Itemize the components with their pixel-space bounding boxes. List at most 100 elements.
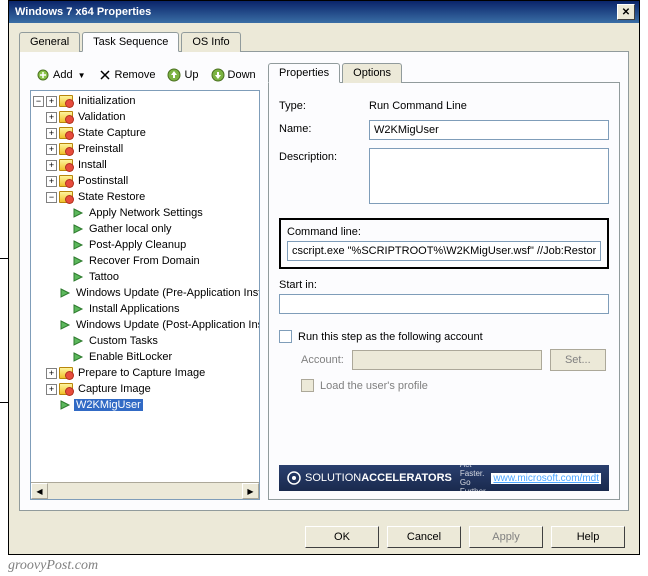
- name-input[interactable]: [369, 120, 609, 140]
- tree-item[interactable]: Windows Update (Post-Application Install…: [33, 317, 257, 333]
- tree-group[interactable]: +Validation: [33, 109, 257, 125]
- folder-icon: [59, 159, 73, 171]
- properties-window: Windows 7 x64 Properties ✕ General Task …: [8, 0, 640, 555]
- tree-group[interactable]: −State Restore: [33, 189, 257, 205]
- step-icon: [59, 287, 71, 299]
- step-icon: [72, 271, 84, 283]
- main-tab-bar: General Task Sequence OS Info: [19, 31, 629, 52]
- expand-icon[interactable]: +: [46, 176, 57, 187]
- folder-icon: [59, 367, 73, 379]
- step-icon: [72, 239, 84, 251]
- window-title: Windows 7 x64 Properties: [13, 6, 151, 18]
- step-icon: [72, 223, 84, 235]
- tree-group[interactable]: +Capture Image: [33, 381, 257, 397]
- expand-icon[interactable]: +: [46, 384, 57, 395]
- expand-icon[interactable]: +: [46, 112, 57, 123]
- folder-icon: [59, 95, 73, 107]
- tree-item[interactable]: Tattoo: [33, 269, 257, 285]
- subtab-properties[interactable]: Properties: [268, 63, 340, 83]
- tree-group[interactable]: +Prepare to Capture Image: [33, 365, 257, 381]
- loadprofile-label: Load the user's profile: [320, 380, 428, 392]
- expand-icon[interactable]: +: [46, 96, 57, 107]
- remove-icon: [98, 68, 112, 82]
- scroll-right-icon[interactable]: ▶: [242, 483, 259, 499]
- titlebar: Windows 7 x64 Properties ✕: [9, 1, 639, 23]
- step-icon: [72, 351, 84, 363]
- tab-os-info[interactable]: OS Info: [181, 32, 240, 52]
- tree-item[interactable]: Custom Tasks: [33, 333, 257, 349]
- ok-button[interactable]: OK: [305, 526, 379, 548]
- horizontal-scrollbar[interactable]: ◀ ▶: [31, 482, 259, 499]
- scroll-left-icon[interactable]: ◀: [31, 483, 48, 499]
- tab-general[interactable]: General: [19, 32, 80, 52]
- down-button[interactable]: Down: [207, 66, 260, 84]
- sub-tab-bar: Properties Options: [268, 62, 620, 83]
- tree-item[interactable]: Windows Update (Pre-Application Installa: [33, 285, 257, 301]
- expand-icon[interactable]: +: [46, 368, 57, 379]
- down-icon: [211, 68, 225, 82]
- help-button[interactable]: Help: [551, 526, 625, 548]
- tree-item[interactable]: Recover From Domain: [33, 253, 257, 269]
- tree-item[interactable]: Post-Apply Cleanup: [33, 237, 257, 253]
- task-tree[interactable]: −+Initialization+Validation+State Captur…: [30, 90, 260, 500]
- tree-group[interactable]: +Preinstall: [33, 141, 257, 157]
- step-icon: [72, 303, 84, 315]
- footer-link[interactable]: www.microsoft.com/mdt: [491, 473, 601, 484]
- collapse-icon[interactable]: −: [33, 96, 44, 107]
- commandline-label: Command line:: [287, 226, 601, 238]
- subtab-options[interactable]: Options: [342, 63, 402, 83]
- tree-group[interactable]: +Postinstall: [33, 173, 257, 189]
- dialog-button-bar: OK Cancel Apply Help: [305, 526, 625, 548]
- folder-icon: [59, 111, 73, 123]
- step-icon: [72, 207, 84, 219]
- folder-icon: [59, 191, 73, 203]
- folder-icon: [59, 143, 73, 155]
- runas-label: Run this step as the following account: [298, 331, 483, 343]
- remove-button[interactable]: Remove: [94, 66, 160, 84]
- folder-icon: [59, 383, 73, 395]
- expand-icon[interactable]: −: [46, 192, 57, 203]
- up-icon: [167, 68, 181, 82]
- expand-icon[interactable]: +: [46, 144, 57, 155]
- startin-input[interactable]: [279, 294, 609, 314]
- tree-item[interactable]: Enable BitLocker: [33, 349, 257, 365]
- step-icon: [59, 319, 71, 331]
- description-input[interactable]: [369, 148, 609, 204]
- up-button[interactable]: Up: [163, 66, 202, 84]
- add-icon: [36, 68, 50, 82]
- close-button[interactable]: ✕: [617, 4, 635, 20]
- expand-icon[interactable]: +: [46, 160, 57, 171]
- step-icon: [72, 335, 84, 347]
- type-value: Run Command Line: [369, 97, 467, 112]
- type-label: Type:: [279, 97, 369, 112]
- step-icon: [72, 255, 84, 267]
- footer-band: SOLUTIONACCELERATORS Act Faster. Go Furt…: [279, 465, 609, 491]
- commandline-input[interactable]: [287, 241, 601, 261]
- name-label: Name:: [279, 120, 369, 135]
- tab-task-sequence[interactable]: Task Sequence: [82, 32, 179, 52]
- tree-item[interactable]: Gather local only: [33, 221, 257, 237]
- folder-icon: [59, 175, 73, 187]
- account-input: [352, 350, 542, 370]
- tree-toolbar: Add ▼ Remove Up Down: [30, 62, 260, 90]
- apply-button[interactable]: Apply: [469, 526, 543, 548]
- brand-icon: [287, 471, 301, 485]
- tree-group[interactable]: +Install: [33, 157, 257, 173]
- commandline-group: Command line:: [279, 218, 609, 269]
- startin-label: Start in:: [279, 279, 609, 291]
- cancel-button[interactable]: Cancel: [387, 526, 461, 548]
- step-icon: [59, 399, 71, 411]
- description-label: Description:: [279, 148, 369, 163]
- tree-item[interactable]: Apply Network Settings: [33, 205, 257, 221]
- add-button[interactable]: Add ▼: [32, 66, 90, 84]
- set-button: Set...: [550, 349, 606, 371]
- dropdown-arrow-icon: ▼: [78, 71, 86, 80]
- expand-icon[interactable]: +: [46, 128, 57, 139]
- tree-item[interactable]: W2KMigUser: [33, 397, 257, 413]
- account-label: Account:: [301, 354, 344, 366]
- watermark: groovyPost.com: [8, 558, 98, 574]
- tree-group[interactable]: +State Capture: [33, 125, 257, 141]
- tree-group[interactable]: −+Initialization: [33, 93, 257, 109]
- tree-item[interactable]: Install Applications: [33, 301, 257, 317]
- runas-checkbox[interactable]: [279, 330, 292, 343]
